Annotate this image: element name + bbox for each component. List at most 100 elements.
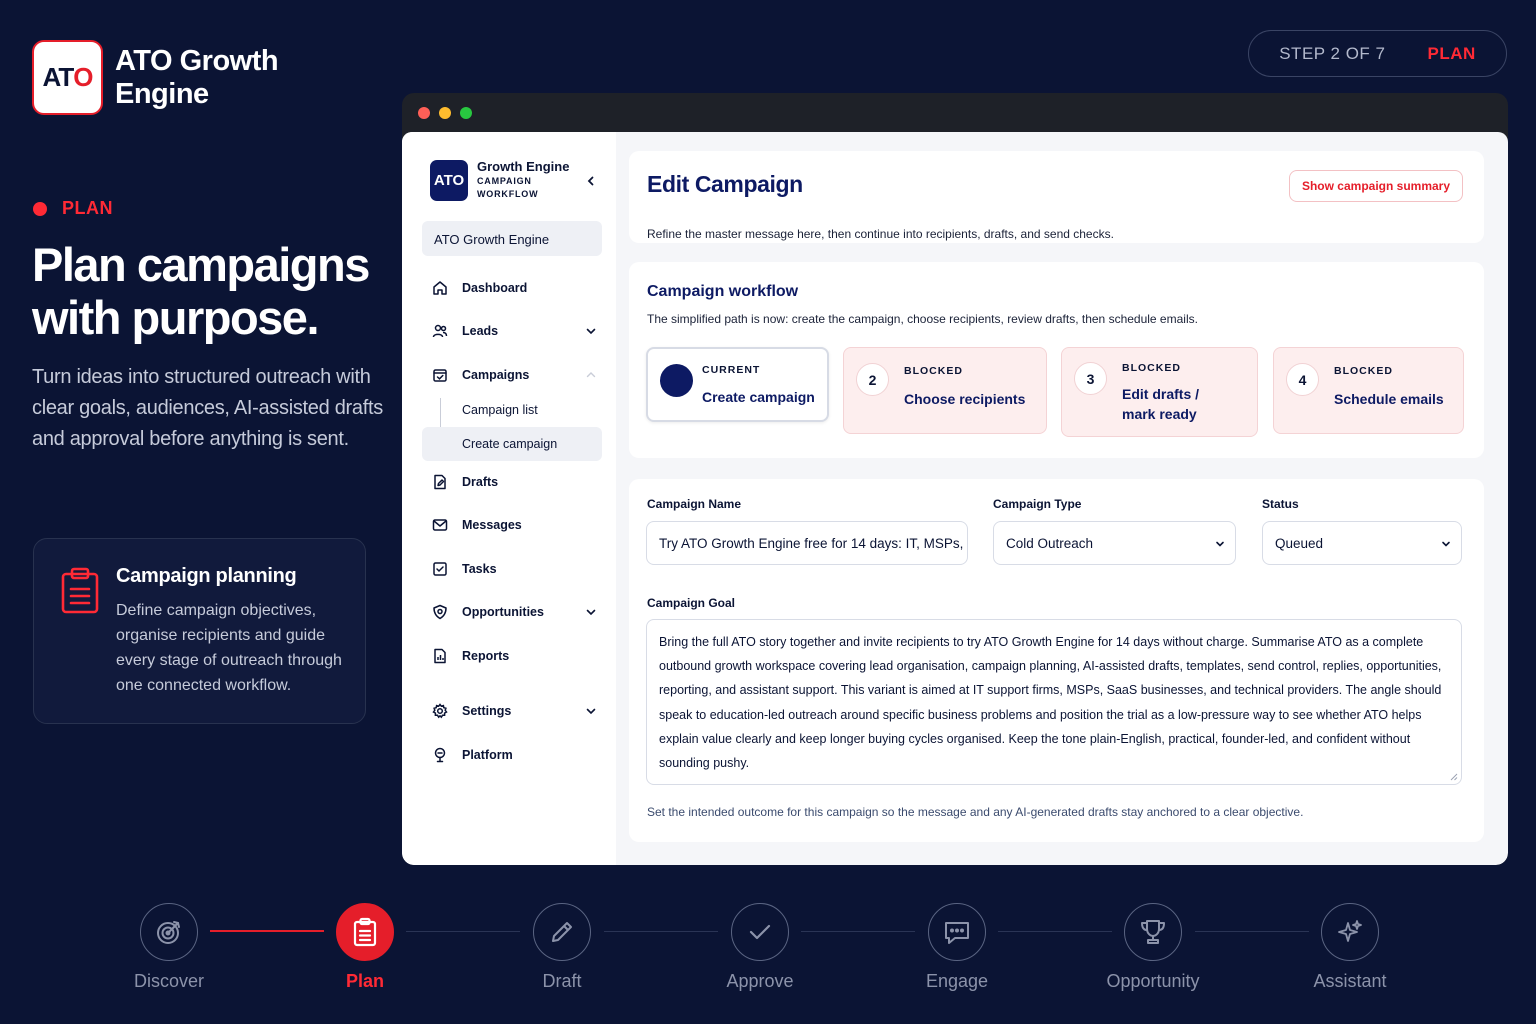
step-state: BLOCKED [1122,362,1181,374]
step-bubble [660,364,693,397]
app-content: ATO Growth Engine CAMPAIGN WORKFLOW ATO … [402,132,1508,865]
stepper-step-engage[interactable]: Engage [897,903,1017,992]
step-state: BLOCKED [1334,365,1393,377]
sidebar-item-settings[interactable]: Settings [422,694,602,728]
chevron-down-icon [1216,541,1224,547]
stepper-step-approve[interactable]: Approve [700,903,820,992]
sidebar-item-messages[interactable]: Messages [422,508,602,542]
sidebar-item-campaign-list[interactable]: Campaign list [422,393,602,427]
home-icon [433,281,447,295]
sidebar-item-drafts[interactable]: Drafts [422,465,602,499]
sidebar-item-opportunities[interactable]: Opportunities [422,595,602,629]
campaign-goal-hint: Set the intended outcome for this campai… [647,805,1304,819]
sidebar-item-tasks[interactable]: Tasks [422,552,602,586]
report-icon [434,648,446,664]
window-titlebar [402,93,1508,132]
info-card-title: Campaign planning [116,565,297,587]
sidebar-item-create-campaign[interactable]: Create campaign [422,427,602,461]
chat-icon [945,922,969,944]
campaign-type-select[interactable]: Cold Outreach [993,521,1236,565]
show-campaign-summary-button[interactable]: Show campaign summary [1289,170,1463,202]
step-name: Create campaign [702,389,815,405]
page-header: Edit Campaign Refine the master message … [629,151,1484,243]
workflow-title: Campaign workflow [647,283,799,300]
sidebar-brand[interactable]: ATO Growth Engine CAMPAIGN WORKFLOW [430,159,569,201]
workflow-description: The simplified path is now: create the c… [647,312,1198,326]
sidebar: ATO Growth Engine CAMPAIGN WORKFLOW ATO … [402,132,616,865]
clipboard-icon [61,567,99,614]
sparkle-icon [1338,920,1362,942]
stepper-step-discover[interactable]: Discover [109,903,229,992]
close-window-icon[interactable] [418,106,430,119]
step-stage: PLAN [1427,43,1476,63]
step-name: Schedule emails [1334,391,1444,407]
campaign-form: Campaign Name Try ATO Growth Engine free… [629,479,1484,842]
workflow-step-choose-recipients[interactable]: 2 BLOCKED Choose recipients [843,347,1047,434]
sidebar-item-leads[interactable]: Leads [422,314,602,348]
campaign-name-label: Campaign Name [647,497,742,511]
workflow-step-schedule-emails[interactable]: 4 BLOCKED Schedule emails [1273,347,1464,434]
info-card: Campaign planning Define campaign object… [33,538,366,724]
step-bubble: 4 [1286,363,1319,396]
sidebar-item-dashboard[interactable]: Dashboard [422,271,602,305]
step-bubble: 3 [1074,362,1107,395]
workspace-selector[interactable]: ATO Growth Engine [422,221,602,256]
trophy-icon [1141,920,1165,944]
chevron-down-icon [586,328,596,335]
platform-icon [434,747,446,763]
pencil-icon [552,922,572,942]
campaign-type-label: Campaign Type [993,497,1082,511]
workflow-step-edit-drafts[interactable]: 3 BLOCKED Edit drafts / mark ready [1061,347,1258,437]
chevron-down-icon [1442,541,1450,547]
sidebar-subtitle: CAMPAIGN WORKFLOW [477,176,539,199]
eyebrow-dot [33,201,47,216]
target-icon [157,921,180,944]
headline: Plan campaigns with purpose. [32,238,370,344]
info-card-body: Define campaign objectives, organise rec… [116,602,342,694]
stepper-step-plan[interactable]: Plan [305,903,425,992]
stepper-step-draft[interactable]: Draft [502,903,622,992]
file-edit-icon [434,474,446,490]
chevron-left-icon [587,176,594,186]
campaign-goal-label: Campaign Goal [647,596,736,610]
page-title: Edit Campaign [647,171,803,197]
check-icon [749,924,771,940]
minimize-window-icon[interactable] [439,106,451,119]
brand-logo: AT O [32,40,103,115]
resize-grip-icon[interactable] [1450,773,1458,781]
page-description: Refine the master message here, then con… [647,227,1114,241]
brand: AT O ATO Growth Engine [32,40,279,115]
maximize-window-icon[interactable] [460,106,472,119]
users-icon [432,324,448,338]
campaign-goal-textarea[interactable]: Bring the full ATO story together and in… [646,619,1462,785]
sidebar-logo: ATO [430,159,468,201]
sidebar-item-platform[interactable]: Platform [422,738,602,772]
clipboard-icon [353,917,377,947]
workflow-step-create-campaign[interactable]: CURRENT Create campaign [646,347,829,422]
subcopy: Turn ideas into structured outreach with… [32,366,383,450]
stepper-step-assistant[interactable]: Assistant [1290,903,1410,992]
step-indicator: STEP 2 OF 7 PLAN [1248,30,1507,77]
step-name: Edit drafts / mark ready [1122,386,1200,422]
stepper-step-opportunity[interactable]: Opportunity [1093,903,1213,992]
shield-icon [433,604,447,620]
sidebar-item-reports[interactable]: Reports [422,639,602,673]
step-count: STEP 2 OF 7 [1279,43,1386,63]
step-name: Choose recipients [904,391,1026,407]
workflow-card: Campaign workflow The simplified path is… [629,262,1484,458]
step-state: CURRENT [702,364,761,376]
calendar-check-icon [433,369,447,382]
gear-icon [432,703,448,719]
step-bubble: 2 [856,363,889,396]
chevron-up-icon [586,372,596,378]
status-select[interactable]: Queued [1262,521,1462,565]
brand-name: ATO Growth Engine [115,44,279,110]
campaign-name-input[interactable]: Try ATO Growth Engine free for 14 days: … [646,521,968,565]
checkbox-icon [433,562,447,576]
chevron-down-icon [586,609,596,616]
status-label: Status [1262,497,1299,511]
sidebar-item-campaigns[interactable]: Campaigns [422,358,602,392]
chevron-down-icon [586,708,596,715]
app-window: ATO Growth Engine CAMPAIGN WORKFLOW ATO … [402,93,1508,865]
collapse-sidebar-button[interactable] [580,170,602,192]
